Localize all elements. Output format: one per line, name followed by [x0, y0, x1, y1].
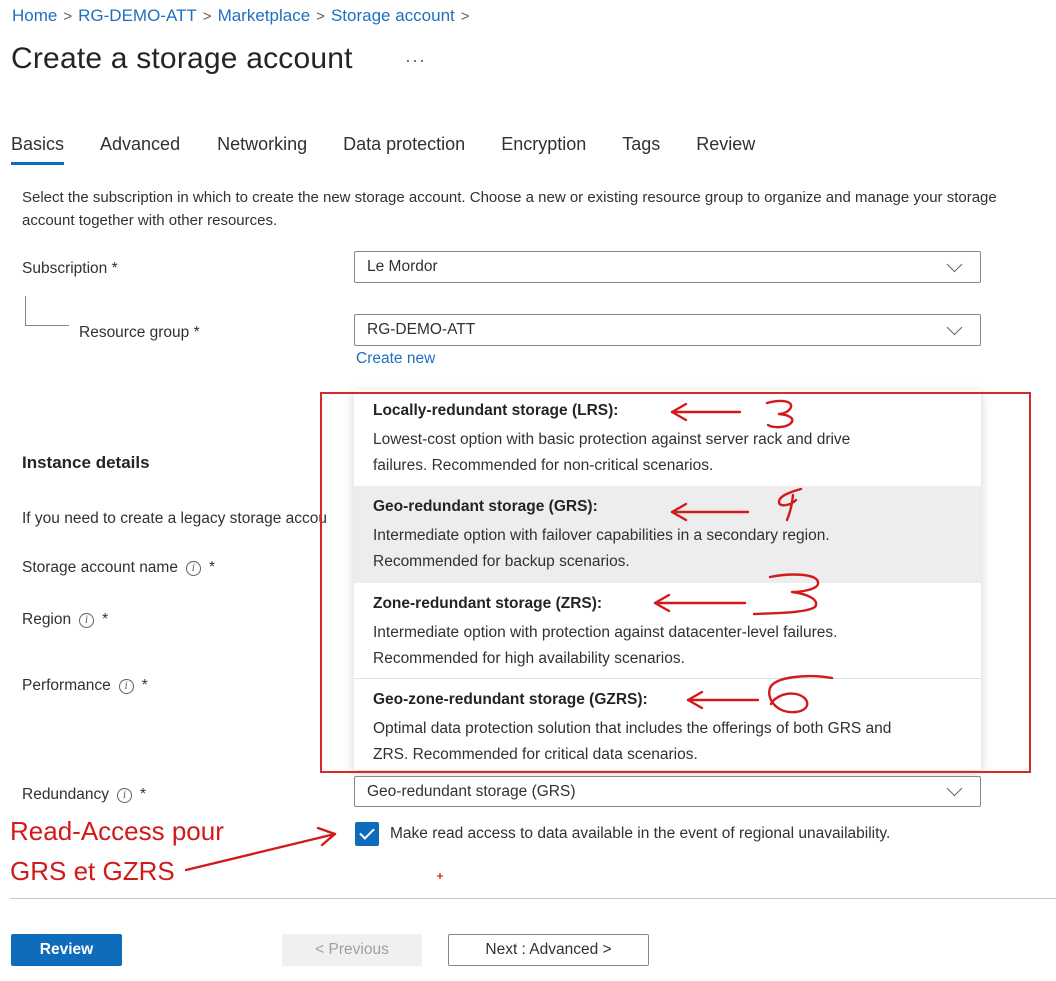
resource-group-value: RG-DEMO-ATT — [367, 321, 476, 338]
intro-text: Select the subscription in which to crea… — [22, 189, 997, 229]
subscription-label: Subscription * — [22, 260, 118, 277]
info-icon[interactable]: i — [79, 613, 95, 628]
create-new-link[interactable]: Create new — [356, 350, 435, 368]
breadcrumb-home[interactable]: Home — [12, 6, 57, 26]
resource-group-label: Resource group * — [79, 324, 200, 341]
scroll-fade — [0, 178, 1056, 192]
tab-encryption[interactable]: Encryption — [501, 134, 586, 165]
subscription-select[interactable]: Le Mordor — [354, 251, 981, 283]
annotation-line: Read-Access pour — [10, 816, 224, 846]
read-access-label: Make read access to data available in th… — [390, 825, 891, 842]
storage-account-name-label: Storage account name i * — [22, 559, 215, 577]
more-options-icon[interactable]: ··· — [405, 50, 426, 71]
redundancy-text: Redundancy — [22, 786, 110, 803]
redundancy-value: Geo-redundant storage (GRS) — [367, 782, 576, 800]
review-button[interactable]: Review — [11, 934, 122, 966]
region-label: Region i * — [22, 611, 108, 629]
tab-basics[interactable]: Basics — [11, 134, 65, 165]
resource-group-select[interactable]: RG-DEMO-ATT — [354, 314, 981, 346]
info-icon[interactable]: i — [117, 788, 133, 803]
legacy-storage-text: If you need to create a legacy storage a… — [22, 510, 328, 527]
info-icon[interactable]: i — [118, 679, 134, 694]
info-icon[interactable]: i — [185, 561, 201, 576]
chevron-right-icon: > — [63, 7, 73, 25]
next-advanced-button[interactable]: Next : Advanced > — [448, 934, 649, 966]
chevron-right-icon: > — [460, 7, 470, 25]
performance-text: Performance — [22, 677, 111, 694]
breadcrumb: Home > RG-DEMO-ATT > Marketplace > Stora… — [12, 6, 476, 26]
annotation-highlight-box — [320, 392, 1031, 773]
tab-networking[interactable]: Networking — [217, 134, 307, 165]
chevron-down-icon — [946, 780, 963, 797]
footer-divider — [10, 898, 1056, 899]
storage-account-name-text: Storage account name — [22, 559, 178, 576]
chevron-right-icon: > — [202, 7, 212, 25]
page-title: Create a storage account — [11, 42, 353, 75]
tree-connector — [25, 296, 69, 326]
breadcrumb-marketplace[interactable]: Marketplace — [218, 6, 311, 26]
annotation-line: GRS et GZRS — [10, 856, 175, 886]
chevron-right-icon: > — [316, 7, 325, 25]
chevron-down-icon — [946, 256, 963, 272]
redundancy-select[interactable]: Geo-redundant storage (GRS) — [354, 776, 981, 807]
tab-bar: Basics Advanced Networking Data protecti… — [11, 134, 791, 165]
required-mark: * — [208, 559, 216, 576]
region-text: Region — [22, 611, 72, 628]
chevron-down-icon — [946, 319, 963, 335]
required-mark: * — [141, 677, 148, 694]
previous-button[interactable]: < Previous — [282, 934, 422, 966]
performance-label: Performance i * — [22, 677, 148, 695]
required-mark: * — [102, 611, 109, 628]
tab-tags[interactable]: Tags — [622, 134, 660, 165]
breadcrumb-resource-group[interactable]: RG-DEMO-ATT — [78, 6, 197, 26]
read-access-checkbox[interactable] — [355, 822, 379, 846]
tab-advanced[interactable]: Advanced — [100, 134, 180, 165]
tab-data-protection[interactable]: Data protection — [343, 134, 465, 165]
annotation-text: Read-Access pour GRS et GZRS — [10, 811, 224, 891]
tab-review[interactable]: Review — [696, 134, 755, 165]
required-mark: * — [140, 786, 147, 803]
instance-details-title: Instance details — [22, 453, 150, 472]
redundancy-label: Redundancy i * — [22, 786, 146, 804]
breadcrumb-storage-account[interactable]: Storage account — [331, 6, 455, 26]
subscription-value: Le Mordor — [367, 258, 438, 275]
